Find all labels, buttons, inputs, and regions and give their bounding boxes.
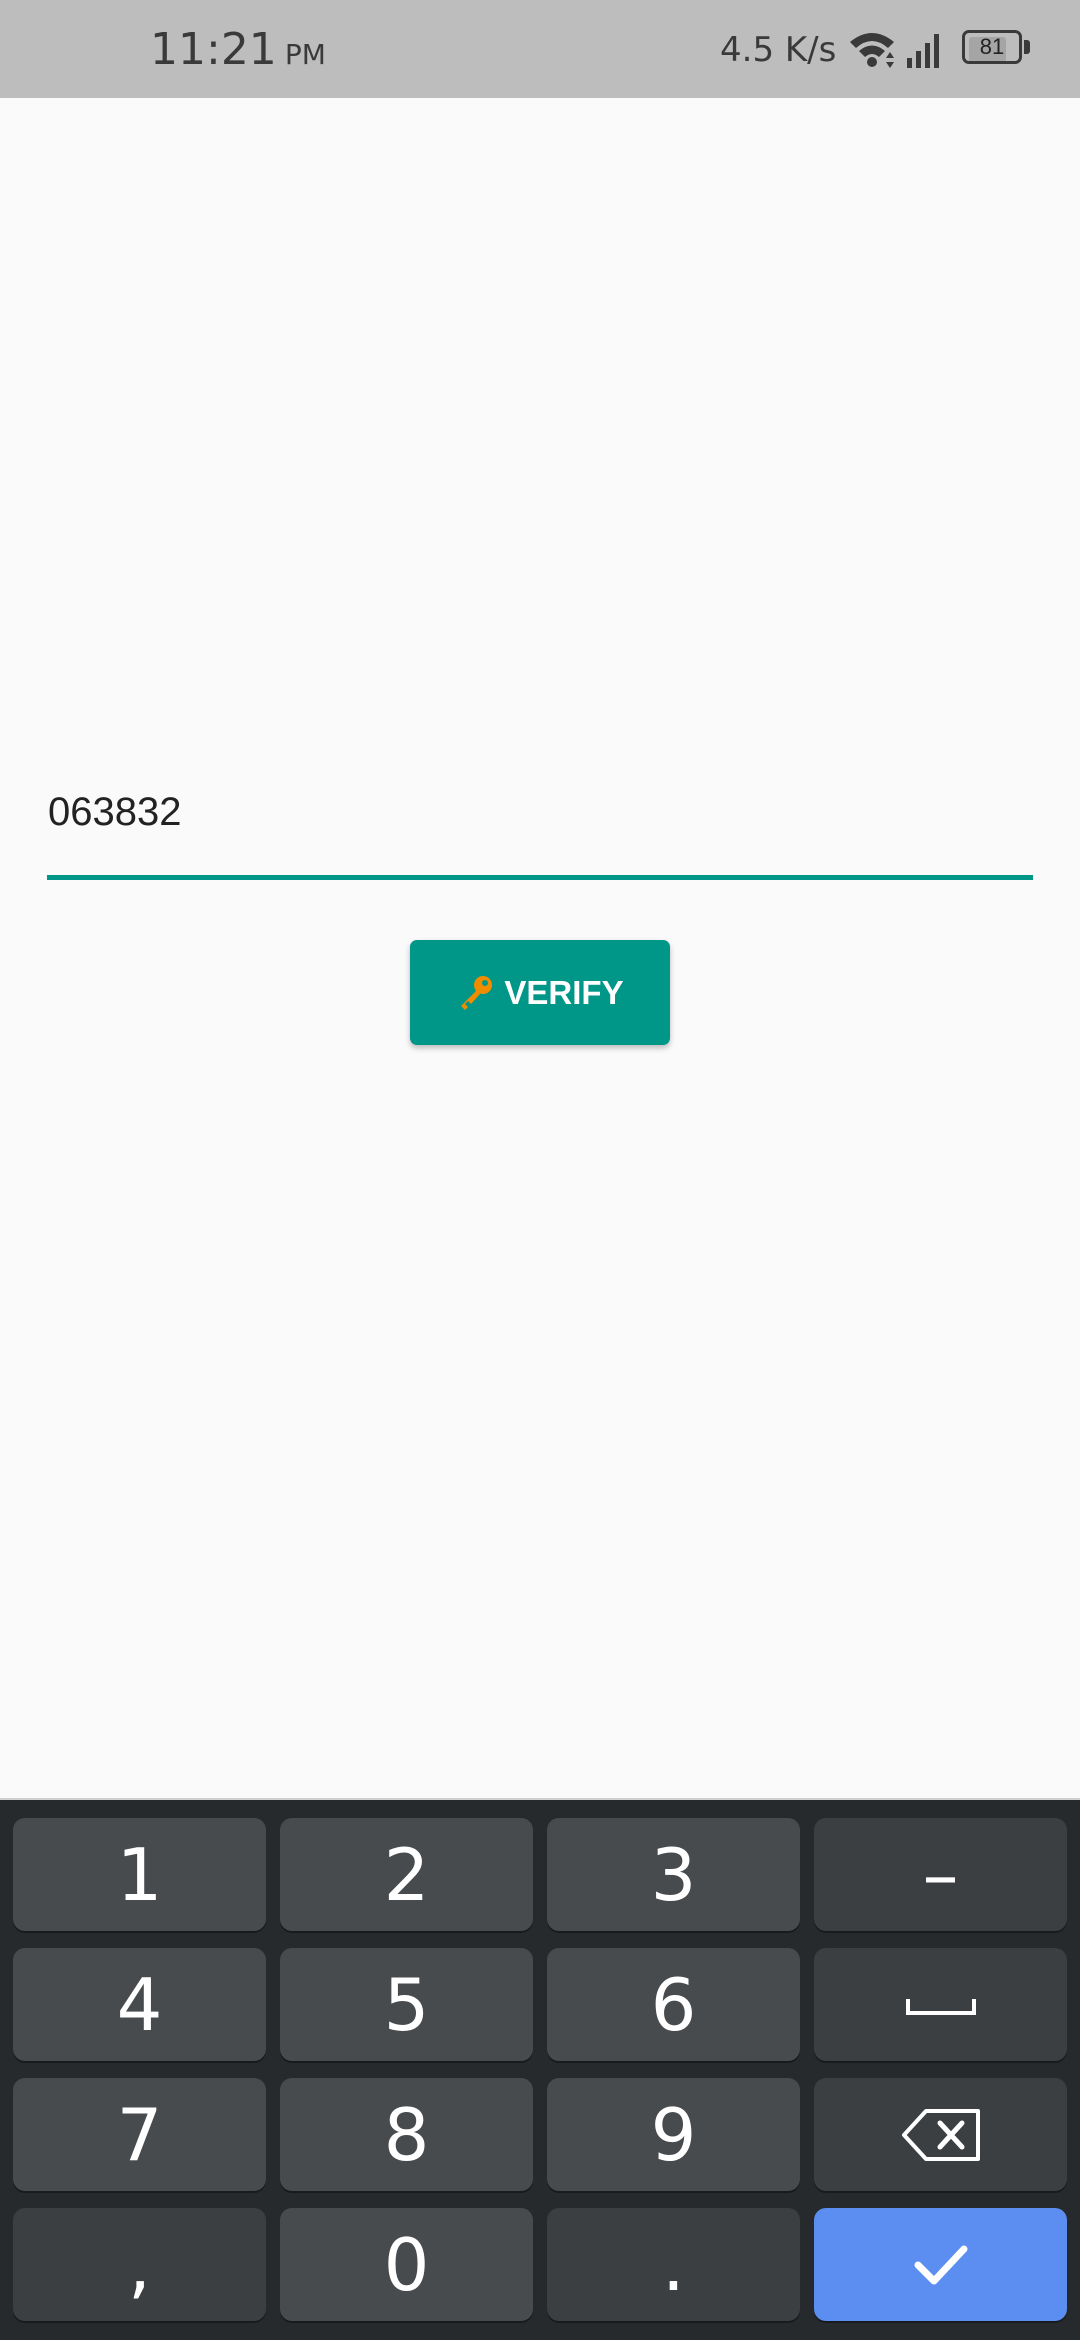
key-7[interactable]: 7 <box>13 2078 266 2191</box>
battery-icon: 81 <box>962 30 1032 68</box>
verify-label: VERIFY <box>504 973 624 1011</box>
key-enter[interactable] <box>814 2208 1067 2321</box>
status-bar: 11:21 PM 4.5 K/s 81 <box>0 0 1080 98</box>
key-1[interactable]: 1 <box>13 1818 266 1931</box>
space-icon <box>905 1998 976 2015</box>
key-4[interactable]: 4 <box>13 1948 266 2061</box>
key-5[interactable]: 5 <box>280 1948 533 2061</box>
numeric-keyboard: 1 2 3 – 4 5 6 7 8 9 , 0 . <box>0 1798 1080 2340</box>
status-time: 11:21 PM <box>150 24 326 75</box>
signal-icon <box>907 34 939 68</box>
key-comma[interactable]: , <box>13 2208 266 2321</box>
key-space[interactable] <box>814 1948 1067 2061</box>
key-period[interactable]: . <box>547 2208 800 2321</box>
backspace-icon <box>901 2108 980 2161</box>
wifi-icon <box>850 33 894 68</box>
key-backspace[interactable] <box>814 2078 1067 2191</box>
key-icon <box>461 975 493 1010</box>
status-time-ampm: PM <box>284 38 326 71</box>
key-2[interactable]: 2 <box>280 1818 533 1931</box>
verification-code-input[interactable] <box>47 770 1033 880</box>
key-0[interactable]: 0 <box>280 2208 533 2321</box>
key-8[interactable]: 8 <box>280 2078 533 2191</box>
key-6[interactable]: 6 <box>547 1948 800 2061</box>
checkmark-icon <box>914 2245 967 2284</box>
key-9[interactable]: 9 <box>547 2078 800 2191</box>
network-speed: 4.5 K/s <box>720 30 837 70</box>
key-minus[interactable]: – <box>814 1818 1067 1931</box>
battery-tip <box>1024 40 1030 54</box>
verify-button[interactable]: VERIFY <box>410 940 670 1045</box>
status-time-value: 11:21 <box>150 24 277 75</box>
battery-level: 81 <box>979 34 1005 59</box>
key-3[interactable]: 3 <box>547 1818 800 1931</box>
